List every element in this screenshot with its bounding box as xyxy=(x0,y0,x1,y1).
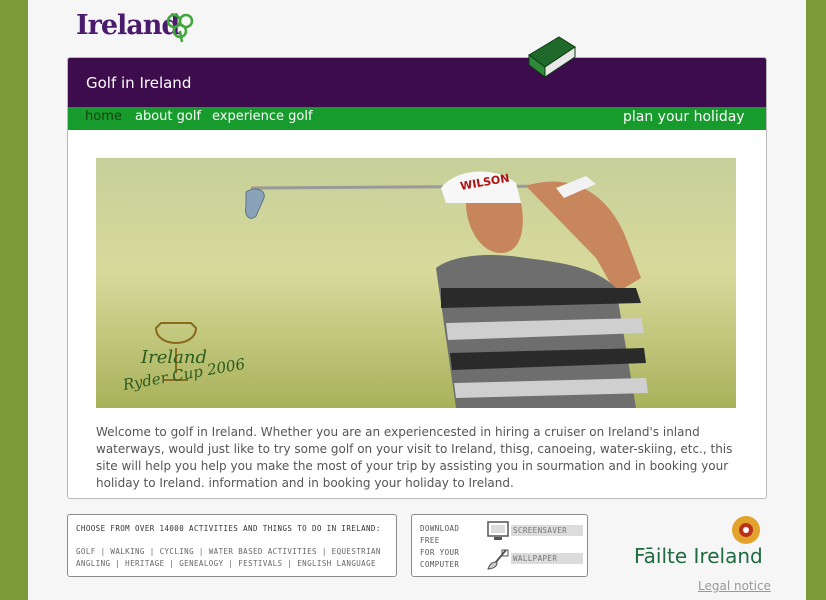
activity-link-cycling[interactable]: Cycling xyxy=(160,547,194,556)
activity-link-festivals[interactable]: Festivals xyxy=(238,559,282,568)
main-panel: Golf in Ireland home about golf experien… xyxy=(67,57,767,499)
legal-notice-link[interactable]: Legal notice xyxy=(698,579,771,593)
intro-text: Welcome to golf in Ireland. Whether you … xyxy=(96,425,733,490)
nav-about-golf[interactable]: about golf xyxy=(135,109,201,124)
activity-link-equestrian[interactable]: Equestrian xyxy=(332,547,381,556)
download-text: Download free for your computer xyxy=(420,524,460,569)
wallpaper-link[interactable]: Wallpaper xyxy=(511,553,583,564)
screensaver-link[interactable]: Screensaver xyxy=(511,525,583,536)
nav-bar: home about golf experience golf plan you… xyxy=(68,107,766,130)
activity-link-golf[interactable]: Golf xyxy=(76,547,96,556)
book-icon[interactable] xyxy=(525,33,577,79)
nav-home[interactable]: home xyxy=(85,109,122,124)
activities-box: Choose from over 14000 activities and th… xyxy=(67,514,397,577)
activity-link-angling[interactable]: Angling xyxy=(76,559,110,568)
page-title: Golf in Ireland xyxy=(86,74,192,92)
failte-emblem-icon xyxy=(732,516,760,544)
paintbrush-icon[interactable] xyxy=(486,548,510,570)
failte-ireland-logo[interactable]: Fāilte Ireland xyxy=(634,514,769,570)
page: Ireland Golf in Ireland home about golf … xyxy=(28,0,806,600)
activity-link-water[interactable]: Water based activities xyxy=(209,547,317,556)
shamrock-icon xyxy=(166,13,194,43)
hero-image: Ireland Ryder Cup 2006 WILSON xyxy=(96,158,736,408)
failte-brand-text: Fāilte Ireland xyxy=(634,544,763,568)
activity-link-heritage[interactable]: Heritage xyxy=(125,559,164,568)
ireland-logo[interactable]: Ireland xyxy=(76,6,216,46)
activities-heading: Choose from over 14000 activities and th… xyxy=(76,524,381,533)
golfer-photo: Ireland Ryder Cup 2006 WILSON xyxy=(96,158,736,408)
nav-experience-golf[interactable]: experience golf xyxy=(212,109,313,124)
activity-link-genealogy[interactable]: Genealogy xyxy=(179,559,223,568)
activity-link-walking[interactable]: Walking xyxy=(110,547,144,556)
plan-holiday-link[interactable]: plan your holiday xyxy=(623,109,745,125)
activity-link-english[interactable]: English language xyxy=(297,559,376,568)
title-bar: Golf in Ireland xyxy=(68,58,766,107)
monitor-icon[interactable] xyxy=(486,520,510,542)
download-box: Download free for your computer Screensa… xyxy=(411,514,588,577)
activities-links: Golf | Walking | Cycling | Water based a… xyxy=(76,547,381,568)
